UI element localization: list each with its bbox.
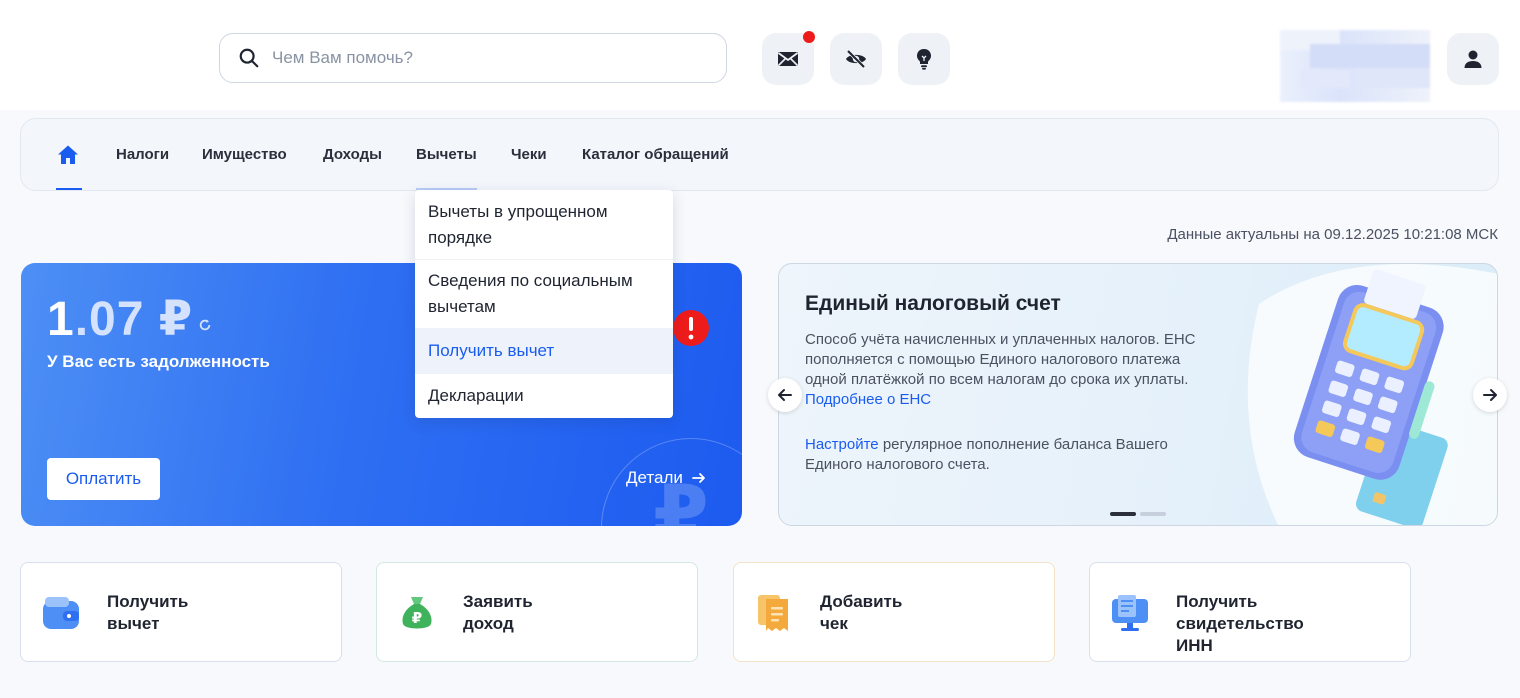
- dropdown-item-simplified-deductions[interactable]: Вычеты в упрощенном порядке: [415, 190, 673, 259]
- ens-more-link[interactable]: Подробнее о ЕНС: [805, 391, 931, 408]
- nav-item-catalog[interactable]: Каталог обращений: [582, 119, 729, 190]
- carousel-dot-active[interactable]: [1110, 512, 1136, 516]
- carousel-dot[interactable]: [1140, 512, 1166, 516]
- notification-dot: [803, 31, 815, 43]
- nav-item-income[interactable]: Доходы: [323, 119, 382, 190]
- ens-setup-link[interactable]: Настройте: [805, 436, 879, 453]
- data-actual-date: Данные актуальны на 09.12.2025 10:21:08 …: [1167, 226, 1498, 243]
- wallet-icon: [43, 597, 79, 629]
- debt-amount-rest: .07 ₽: [74, 293, 194, 346]
- tile-get-inn-certificate[interactable]: Получить свидетельство ИНН: [1089, 562, 1411, 662]
- arrow-left-icon: [778, 389, 792, 401]
- bulb-icon: [917, 49, 931, 70]
- hide-values-button[interactable]: [830, 33, 882, 85]
- search-input[interactable]: Чем Вам помочь?: [272, 48, 413, 68]
- ens-description: Способ учёта начисленных и уплаченных на…: [805, 330, 1205, 410]
- nav-item-deductions[interactable]: Вычеты: [416, 119, 477, 190]
- dropdown-item-declarations[interactable]: Декларации: [415, 374, 673, 418]
- eye-off-icon: [846, 49, 866, 69]
- ens-description-text: Способ учёта начисленных и уплаченных на…: [805, 331, 1196, 388]
- nav-item-receipts[interactable]: Чеки: [511, 119, 547, 190]
- ens-setup-text: Настройте регулярное пополнение баланса …: [805, 435, 1205, 475]
- nav-home[interactable]: [56, 119, 82, 190]
- tile-label: Получить вычет: [107, 592, 189, 633]
- deductions-dropdown: Вычеты в упрощенном порядке Сведения по …: [415, 190, 673, 418]
- refresh-icon[interactable]: [198, 318, 212, 332]
- user-icon: [1464, 50, 1482, 68]
- nav-item-deductions-label: Вычеты: [416, 146, 477, 163]
- ruble-bag-icon: ₽: [402, 597, 432, 629]
- top-bar: Чем Вам помочь?: [0, 0, 1520, 110]
- tile-get-deduction[interactable]: Получить вычет: [20, 562, 342, 662]
- payment-terminal-illustration: [1247, 264, 1497, 525]
- ens-title: Единый налоговый счет: [805, 292, 1061, 315]
- home-icon: [58, 145, 78, 164]
- search-field[interactable]: Чем Вам помочь?: [219, 33, 727, 83]
- user-info-blurred: [1280, 30, 1430, 102]
- ens-card: Единый налоговый счет Способ учёта начис…: [778, 263, 1498, 526]
- debt-amount: 1.07 ₽: [47, 291, 193, 347]
- details-link[interactable]: Детали: [626, 468, 707, 488]
- dropdown-item-get-deduction[interactable]: Получить вычет: [415, 328, 673, 374]
- debt-status-text: У Вас есть задолженность: [47, 352, 270, 371]
- tips-button[interactable]: [898, 33, 950, 85]
- svg-text:₽: ₽: [412, 609, 422, 627]
- main-nav: Налоги Имущество Доходы Вычеты Чеки Ката…: [20, 118, 1499, 191]
- arrow-right-icon: [1483, 389, 1497, 401]
- pay-button[interactable]: Оплатить: [47, 458, 160, 500]
- profile-button[interactable]: [1447, 33, 1499, 85]
- dropdown-item-social-deductions[interactable]: Сведения по социальным вычетам: [415, 260, 673, 328]
- receipt-icon: [758, 595, 788, 631]
- mail-button[interactable]: [762, 31, 815, 85]
- tile-label: Заявить доход: [463, 592, 533, 633]
- carousel-prev-button[interactable]: [768, 378, 802, 412]
- tile-label: Добавить чек: [820, 592, 903, 633]
- tile-label: Получить свидетельство ИНН: [1176, 592, 1304, 655]
- mail-icon: [777, 52, 799, 67]
- carousel-dots[interactable]: [1110, 512, 1166, 516]
- monitor-document-icon: [1112, 595, 1148, 631]
- search-icon: [239, 48, 259, 68]
- nav-item-property[interactable]: Имущество: [202, 119, 287, 190]
- carousel-next-button[interactable]: [1473, 378, 1507, 412]
- nav-item-taxes[interactable]: Налоги: [116, 119, 169, 190]
- details-label: Детали: [626, 468, 683, 487]
- arrow-right-icon: [691, 473, 705, 483]
- debt-amount-main: 1: [47, 293, 75, 346]
- tile-declare-income[interactable]: ₽ Заявить доход: [376, 562, 698, 662]
- nav-home-underline: [56, 188, 82, 190]
- alert-icon: [673, 310, 709, 346]
- tile-add-receipt[interactable]: Добавить чек: [733, 562, 1055, 662]
